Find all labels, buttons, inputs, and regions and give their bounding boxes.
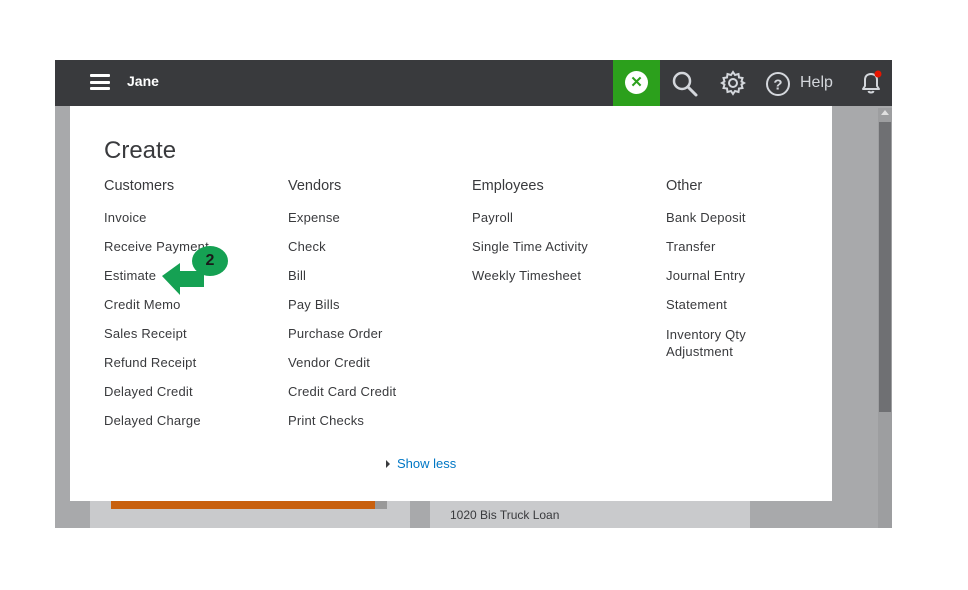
column-customers: Customers Invoice Receive Payment Estima… <box>104 178 209 442</box>
scroll-up-arrow-icon[interactable] <box>881 110 889 115</box>
gear-icon[interactable] <box>720 70 746 96</box>
column-heading: Customers <box>104 178 175 194</box>
svg-text:?: ? <box>773 77 782 94</box>
show-less-label: Show less <box>397 456 457 471</box>
search-icon[interactable] <box>671 70 699 98</box>
menu-item-statement[interactable]: Statement <box>666 297 766 326</box>
menu-item-credit-memo[interactable]: Credit Memo <box>104 297 209 326</box>
step-number: 2 <box>205 252 215 269</box>
menu-item-credit-card-credit[interactable]: Credit Card Credit <box>288 384 396 413</box>
column-heading: Vendors <box>288 178 342 194</box>
column-heading: Employees <box>472 178 544 194</box>
menu-item-delayed-credit[interactable]: Delayed Credit <box>104 384 209 413</box>
menu-item-weekly-timesheet[interactable]: Weekly Timesheet <box>472 268 588 297</box>
panel-title: Create <box>104 137 177 164</box>
step-number-badge: 2 <box>192 246 228 276</box>
company-name: Jane <box>127 73 159 89</box>
menu-item-expense[interactable]: Expense <box>288 210 396 239</box>
bell-icon[interactable] <box>857 69 885 97</box>
create-menu-panel: Create Customers Invoice Receive Payment… <box>70 106 832 501</box>
menu-item-journal-entry[interactable]: Journal Entry <box>666 268 766 297</box>
menu-item-refund-receipt[interactable]: Refund Receipt <box>104 355 209 384</box>
background-account-label: 1020 Bis Truck Loan <box>450 508 560 522</box>
top-navigation-bar: Jane ✕ ? Help <box>55 60 892 111</box>
menu-item-payroll[interactable]: Payroll <box>472 210 588 239</box>
close-x-icon: ✕ <box>625 71 648 94</box>
menu-item-check[interactable]: Check <box>288 239 396 268</box>
help-label[interactable]: Help <box>800 74 833 92</box>
menu-item-invoice[interactable]: Invoice <box>104 210 209 239</box>
column-other: Other Bank Deposit Transfer Journal Entr… <box>666 178 766 362</box>
background-progress-remainder <box>375 501 387 509</box>
question-circle-icon[interactable]: ? <box>765 71 791 97</box>
menu-item-vendor-credit[interactable]: Vendor Credit <box>288 355 396 384</box>
background-progress-bar <box>111 501 375 509</box>
menu-item-delayed-charge[interactable]: Delayed Charge <box>104 413 209 442</box>
caret-right-icon <box>386 459 390 468</box>
close-create-button[interactable]: ✕ <box>613 60 660 111</box>
menu-item-bill[interactable]: Bill <box>288 268 396 297</box>
scrollbar-thumb[interactable] <box>879 122 891 412</box>
menu-item-bank-deposit[interactable]: Bank Deposit <box>666 210 766 239</box>
notification-dot <box>874 70 882 78</box>
menu-item-sales-receipt[interactable]: Sales Receipt <box>104 326 209 355</box>
menu-item-pay-bills[interactable]: Pay Bills <box>288 297 396 326</box>
menu-item-transfer[interactable]: Transfer <box>666 239 766 268</box>
menu-item-inventory-qty-adjustment[interactable]: Inventory Qty Adjustment <box>666 326 766 362</box>
menu-item-print-checks[interactable]: Print Checks <box>288 413 396 442</box>
menu-icon[interactable] <box>90 74 110 90</box>
menu-item-single-time-activity[interactable]: Single Time Activity <box>472 239 588 268</box>
column-vendors: Vendors Expense Check Bill Pay Bills Pur… <box>288 178 396 442</box>
show-less-link[interactable]: Show less <box>386 456 456 471</box>
menu-item-purchase-order[interactable]: Purchase Order <box>288 326 396 355</box>
column-heading: Other <box>666 178 703 194</box>
column-employees: Employees Payroll Single Time Activity W… <box>472 178 588 297</box>
